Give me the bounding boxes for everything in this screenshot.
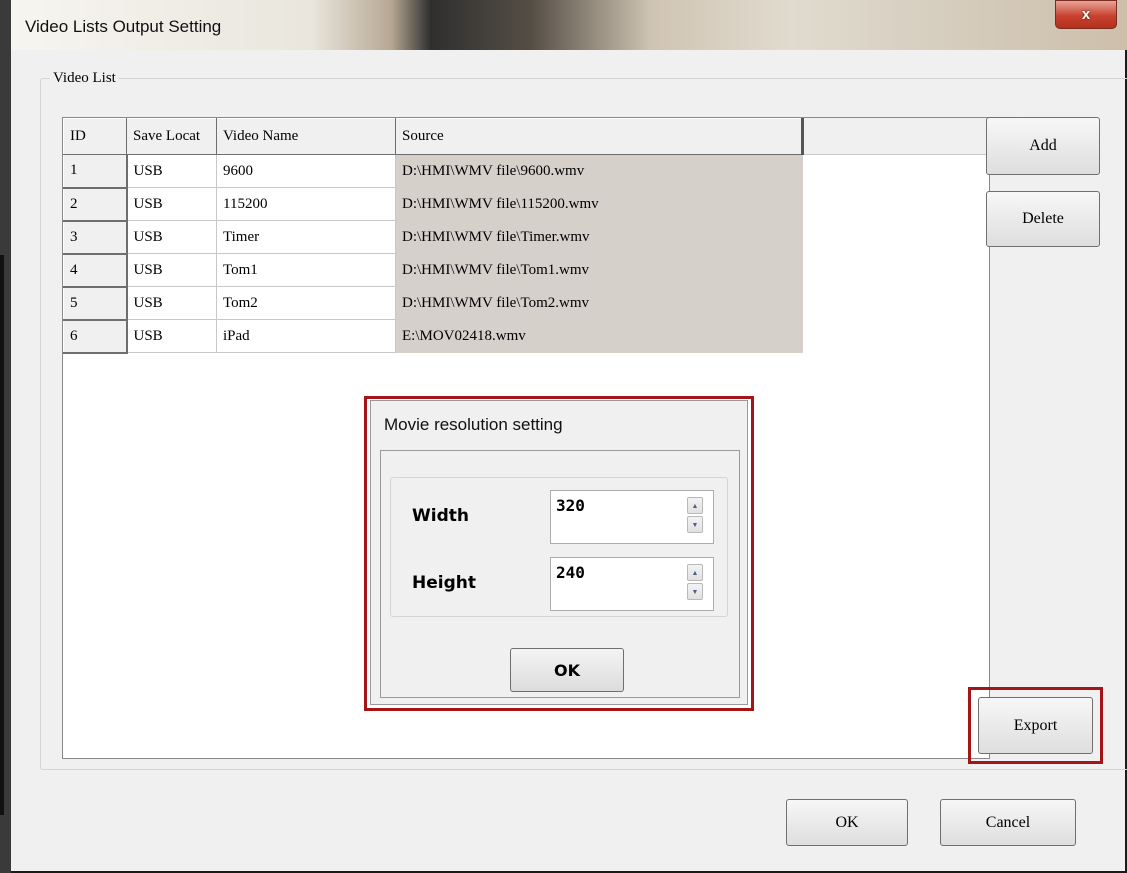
- save-location-cell[interactable]: USB: [126, 286, 217, 320]
- width-value[interactable]: 320: [556, 496, 585, 515]
- modal-title: Movie resolution setting: [384, 415, 563, 434]
- source-cell[interactable]: E:\MOV02418.wmv: [395, 319, 803, 353]
- video-name-cell[interactable]: 115200: [216, 187, 396, 221]
- source-cell[interactable]: D:\HMI\WMV file\9600.wmv: [395, 154, 803, 188]
- export-button[interactable]: Export: [978, 697, 1093, 754]
- row-id-cell[interactable]: 4: [63, 253, 128, 288]
- height-label: Height: [412, 573, 476, 593]
- table-row[interactable]: 4 USB Tom1 D:\HMI\WMV file\Tom1.wmv: [63, 253, 803, 288]
- grid-header-filler: [802, 118, 988, 155]
- table-row[interactable]: 2 USB 115200 D:\HMI\WMV file\115200.wmv: [63, 187, 803, 222]
- spin-down-icon[interactable]: ▼: [687, 583, 703, 600]
- column-header-video-name[interactable]: Video Name: [216, 118, 396, 155]
- modal-frame: Width 320 ▲ ▼ Height 240 ▲ ▼ OK: [380, 450, 740, 698]
- row-id-cell[interactable]: 5: [63, 286, 128, 321]
- movie-resolution-dialog: Movie resolution setting Width 320 ▲ ▼ H…: [370, 400, 748, 705]
- width-label: Width: [412, 506, 469, 526]
- dialog-window: Video Lists Output Setting x Video List …: [0, 0, 1127, 873]
- width-spinbox[interactable]: 320 ▲ ▼: [550, 490, 714, 544]
- column-header-source[interactable]: Source: [395, 118, 804, 155]
- source-cell[interactable]: D:\HMI\WMV file\Tom1.wmv: [395, 253, 803, 287]
- modal-ok-button[interactable]: OK: [510, 648, 624, 692]
- save-location-cell[interactable]: USB: [126, 253, 217, 287]
- height-value[interactable]: 240: [556, 563, 585, 582]
- video-list-group-label: Video List: [50, 70, 119, 87]
- add-button[interactable]: Add: [986, 117, 1100, 175]
- video-list-table: ID Save Locat Video Name Source 1 USB 96…: [63, 118, 804, 354]
- video-name-cell[interactable]: iPad: [216, 319, 396, 353]
- save-location-cell[interactable]: USB: [126, 187, 217, 221]
- source-cell[interactable]: D:\HMI\WMV file\115200.wmv: [395, 187, 803, 221]
- save-location-cell[interactable]: USB: [126, 220, 217, 254]
- width-spin-buttons: ▲ ▼: [687, 497, 705, 537]
- video-name-cell[interactable]: Tom1: [216, 253, 396, 287]
- height-spinbox[interactable]: 240 ▲ ▼: [550, 557, 714, 611]
- video-name-cell[interactable]: 9600: [216, 154, 396, 188]
- save-location-cell[interactable]: USB: [126, 154, 217, 188]
- close-icon: x: [1081, 6, 1091, 23]
- table-row[interactable]: 5 USB Tom2 D:\HMI\WMV file\Tom2.wmv: [63, 286, 803, 321]
- window-title: Video Lists Output Setting: [25, 17, 222, 36]
- save-location-cell[interactable]: USB: [126, 319, 217, 353]
- source-cell[interactable]: D:\HMI\WMV file\Tom2.wmv: [395, 286, 803, 320]
- close-button[interactable]: x: [1055, 0, 1117, 29]
- spin-down-icon[interactable]: ▼: [687, 516, 703, 533]
- spin-up-icon[interactable]: ▲: [687, 564, 703, 581]
- table-row[interactable]: 6 USB iPad E:\MOV02418.wmv: [63, 319, 803, 354]
- resolution-fields-panel: Width 320 ▲ ▼ Height 240 ▲ ▼: [390, 477, 728, 617]
- table-header-row: ID Save Locat Video Name Source: [63, 118, 804, 155]
- table-row[interactable]: 3 USB Timer D:\HMI\WMV file\Timer.wmv: [63, 220, 803, 255]
- video-name-cell[interactable]: Tom2: [216, 286, 396, 320]
- row-id-cell[interactable]: 2: [63, 187, 128, 222]
- row-id-cell[interactable]: 1: [63, 154, 128, 189]
- height-spin-buttons: ▲ ▼: [687, 564, 705, 604]
- title-bar: Video Lists Output Setting x: [11, 0, 1127, 50]
- source-cell[interactable]: D:\HMI\WMV file\Timer.wmv: [395, 220, 803, 254]
- row-id-cell[interactable]: 3: [63, 220, 128, 255]
- row-id-cell[interactable]: 6: [63, 319, 128, 354]
- spin-up-icon[interactable]: ▲: [687, 497, 703, 514]
- column-header-save-location[interactable]: Save Locat: [126, 118, 217, 155]
- column-header-id[interactable]: ID: [63, 118, 127, 155]
- video-name-cell[interactable]: Timer: [216, 220, 396, 254]
- background-window-edge: [0, 0, 11, 873]
- cancel-button[interactable]: Cancel: [940, 799, 1076, 846]
- delete-button[interactable]: Delete: [986, 191, 1100, 247]
- ok-button[interactable]: OK: [786, 799, 908, 846]
- table-row[interactable]: 1 USB 9600 D:\HMI\WMV file\9600.wmv: [63, 154, 803, 189]
- dialog-client-area: Video List ID Save Locat Video Name Sour…: [11, 50, 1127, 873]
